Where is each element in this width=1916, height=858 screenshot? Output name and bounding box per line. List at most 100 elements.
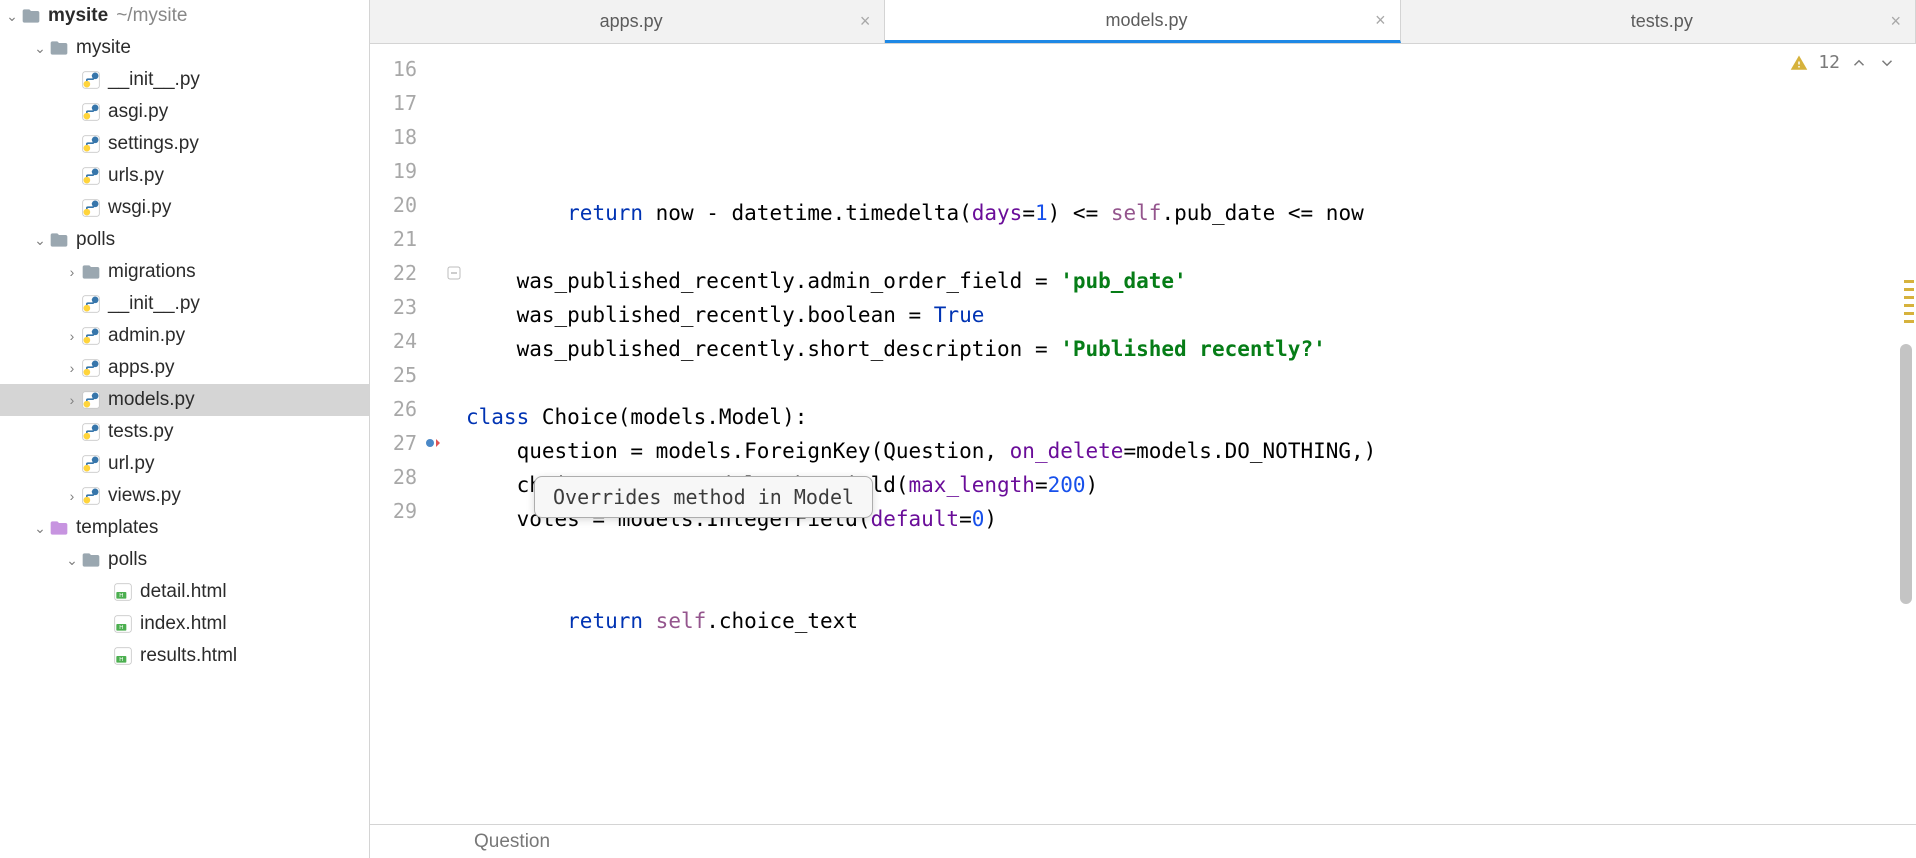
python-file-icon: [80, 197, 102, 219]
line-gutter: 1617181920212223242526272829: [370, 44, 466, 824]
folder-icon: [48, 517, 70, 539]
tree-item-__init__-py[interactable]: __init__.py: [0, 288, 369, 320]
tree-item-mysite[interactable]: ⌄mysite: [0, 32, 369, 64]
tree-item-label: polls: [108, 549, 147, 571]
code-line[interactable]: return now - datetime.timedelta(days=1) …: [466, 196, 1916, 230]
code-line[interactable]: was_published_recently.short_description…: [466, 332, 1916, 366]
warning-count: 12: [1818, 52, 1840, 73]
tree-item-__init__-py[interactable]: __init__.py: [0, 64, 369, 96]
svg-text:H: H: [119, 625, 123, 631]
tree-item-label: mysite: [48, 5, 108, 27]
chevron-down-icon[interactable]: [1878, 54, 1896, 72]
tab-label: models.py: [1105, 10, 1187, 31]
line-number: 17: [370, 86, 465, 120]
svg-text:H: H: [119, 593, 123, 599]
tree-item-templates[interactable]: ⌄templates: [0, 512, 369, 544]
line-number: 19: [370, 154, 465, 188]
tree-item-polls[interactable]: ⌄polls: [0, 544, 369, 576]
folder-icon: [80, 261, 102, 283]
python-file-icon: [80, 293, 102, 315]
html-file-icon: H: [112, 645, 134, 667]
tree-item-apps-py[interactable]: ›apps.py: [0, 352, 369, 384]
tree-item-label: url.py: [108, 453, 154, 475]
override-icon[interactable]: [425, 435, 441, 451]
inspection-summary[interactable]: 12: [1790, 52, 1896, 73]
python-file-icon: [80, 165, 102, 187]
line-number: 29: [370, 494, 465, 528]
python-file-icon: [80, 325, 102, 347]
code-line[interactable]: [466, 570, 1916, 604]
folder-icon: [80, 549, 102, 571]
html-file-icon: H: [112, 613, 134, 635]
code-line[interactable]: [466, 230, 1916, 264]
code-editor[interactable]: Overrides method in Model 12 return now …: [466, 44, 1916, 824]
tree-item-urls-py[interactable]: urls.py: [0, 160, 369, 192]
tree-item-mysite[interactable]: ⌄mysite~/mysite: [0, 0, 369, 32]
line-number: 18: [370, 120, 465, 154]
close-icon[interactable]: ×: [1890, 11, 1901, 32]
code-line[interactable]: return self.choice_text: [466, 604, 1916, 638]
line-number: 26: [370, 392, 465, 426]
python-file-icon: [80, 69, 102, 91]
project-tree[interactable]: ⌄mysite~/mysite⌄mysite__init__.pyasgi.py…: [0, 0, 370, 858]
tree-item-label: views.py: [108, 485, 181, 507]
tab-apps-py[interactable]: apps.py ×: [370, 0, 885, 43]
tree-item-asgi-py[interactable]: asgi.py: [0, 96, 369, 128]
line-number: 28: [370, 460, 465, 494]
line-number: 27: [370, 426, 465, 460]
code-line[interactable]: [466, 536, 1916, 570]
code-line[interactable]: [466, 366, 1916, 400]
tree-item-label: apps.py: [108, 357, 175, 379]
tree-item-settings-py[interactable]: settings.py: [0, 128, 369, 160]
tab-tests-py[interactable]: tests.py×: [1401, 0, 1916, 43]
tab-label: apps.py: [600, 11, 663, 32]
line-number: 16: [370, 52, 465, 86]
tree-item-label: __init__.py: [108, 293, 200, 315]
python-file-icon: [80, 389, 102, 411]
breadcrumb-item[interactable]: Question: [474, 831, 550, 853]
tab-models-py[interactable]: models.py ×: [885, 0, 1400, 43]
line-number: 22: [370, 256, 465, 290]
close-icon[interactable]: ×: [860, 11, 871, 32]
code-line[interactable]: was_published_recently.boolean = True: [466, 298, 1916, 332]
tree-item-polls[interactable]: ⌄polls: [0, 224, 369, 256]
line-number: 21: [370, 222, 465, 256]
line-number: 25: [370, 358, 465, 392]
tree-item-views-py[interactable]: ›views.py: [0, 480, 369, 512]
tree-item-label: mysite: [76, 37, 131, 59]
fold-icon[interactable]: [447, 266, 461, 280]
tree-item-wsgi-py[interactable]: wsgi.py: [0, 192, 369, 224]
tree-item-path: ~/mysite: [116, 5, 187, 27]
line-number: 24: [370, 324, 465, 358]
code-line[interactable]: [466, 638, 1916, 672]
folder-icon: [48, 37, 70, 59]
tree-item-detail-html[interactable]: Hdetail.html: [0, 576, 369, 608]
python-file-icon: [80, 357, 102, 379]
tree-item-label: admin.py: [108, 325, 185, 347]
folder-icon: [20, 5, 42, 27]
code-line[interactable]: question = models.ForeignKey(Question, o…: [466, 434, 1916, 468]
editor-area: apps.py×models.py×tests.py× 161718192021…: [370, 0, 1916, 858]
svg-text:H: H: [119, 657, 123, 663]
tree-item-results-html[interactable]: Hresults.html: [0, 640, 369, 672]
tree-item-migrations[interactable]: ›migrations: [0, 256, 369, 288]
tree-item-label: settings.py: [108, 133, 199, 155]
close-icon[interactable]: ×: [1375, 10, 1386, 31]
tree-item-models-py[interactable]: ›models.py: [0, 384, 369, 416]
tree-item-tests-py[interactable]: tests.py: [0, 416, 369, 448]
tree-item-label: tests.py: [108, 421, 173, 443]
editor-tabs: apps.py×models.py×tests.py×: [370, 0, 1916, 44]
warning-icon: [1790, 54, 1808, 72]
tree-item-index-html[interactable]: Hindex.html: [0, 608, 369, 640]
tree-item-admin-py[interactable]: ›admin.py: [0, 320, 369, 352]
tree-item-label: templates: [76, 517, 158, 539]
folder-icon: [48, 229, 70, 251]
scrollbar-thumb[interactable]: [1900, 344, 1912, 604]
code-line[interactable]: class Choice(models.Model):: [466, 400, 1916, 434]
python-file-icon: [80, 101, 102, 123]
tree-item-label: results.html: [140, 645, 237, 667]
chevron-up-icon[interactable]: [1850, 54, 1868, 72]
breadcrumb-bar[interactable]: Question: [370, 824, 1916, 858]
tree-item-url-py[interactable]: url.py: [0, 448, 369, 480]
code-line[interactable]: was_published_recently.admin_order_field…: [466, 264, 1916, 298]
